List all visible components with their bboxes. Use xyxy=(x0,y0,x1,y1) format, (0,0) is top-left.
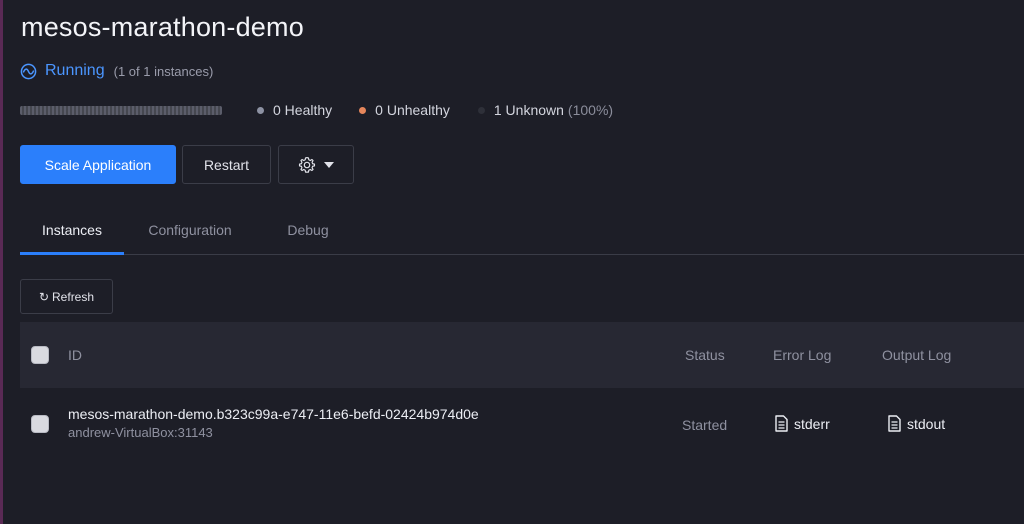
healthy-label: 0 Healthy xyxy=(273,102,333,118)
stderr-label: stderr xyxy=(794,415,830,432)
select-all-checkbox[interactable] xyxy=(31,346,49,364)
instances-table: ID Status Error Log Output Log xyxy=(20,322,1024,388)
unknown-count: 1 Unknown (100%) xyxy=(477,102,614,118)
scale-application-button[interactable]: Scale Application xyxy=(20,145,176,184)
stderr-link[interactable]: stderr xyxy=(775,415,830,432)
healthy-count: 0 Healthy xyxy=(257,102,332,118)
healthy-dot-icon xyxy=(257,106,264,114)
tab-debug-label: Debug xyxy=(287,222,329,238)
app-detail-page: mesos-marathon-demo Running (1 of 1 inst… xyxy=(20,0,1024,524)
health-bar xyxy=(20,105,222,115)
health-summary: 0 Healthy 0 Unhealthy 1 Unknown (100%) xyxy=(20,100,720,120)
tab-debug[interactable]: Debug xyxy=(272,205,344,255)
restart-button[interactable]: Restart xyxy=(182,145,271,184)
tab-bar: Instances Configuration Debug xyxy=(20,205,1024,255)
document-icon xyxy=(775,415,788,432)
action-buttons: Scale Application Restart xyxy=(20,145,354,184)
column-output-log[interactable]: Output Log xyxy=(882,322,951,388)
unknown-label: 1 Unknown xyxy=(493,102,564,118)
refresh-icon: ↻ xyxy=(38,289,50,304)
stdout-label: stdout xyxy=(907,415,946,432)
refresh-label: Refresh xyxy=(52,289,95,304)
page-title: mesos-marathon-demo xyxy=(21,12,304,42)
instance-host: andrew-VirtualBox:31143 xyxy=(68,425,213,440)
unhealthy-label: 0 Unhealthy xyxy=(375,102,450,118)
column-status[interactable]: Status xyxy=(685,322,725,388)
table-header: ID Status Error Log Output Log xyxy=(20,322,1024,388)
refresh-button[interactable]: ↻ Refresh xyxy=(20,279,113,314)
instance-id[interactable]: mesos-marathon-demo.b323c99a-e747-11e6-b… xyxy=(68,406,479,422)
app-status: Running (1 of 1 instances) xyxy=(20,60,213,82)
column-id[interactable]: ID xyxy=(68,322,82,388)
tab-instances[interactable]: Instances xyxy=(20,205,124,255)
chevron-down-icon xyxy=(324,161,334,168)
stdout-link[interactable]: stdout xyxy=(888,415,945,432)
instance-status: Started xyxy=(682,417,728,433)
running-status-icon xyxy=(20,63,37,79)
window-edge xyxy=(0,0,3,524)
document-icon xyxy=(888,415,901,432)
active-tab-indicator xyxy=(20,252,124,255)
tab-configuration[interactable]: Configuration xyxy=(136,205,244,255)
row-checkbox[interactable] xyxy=(31,415,49,433)
unhealthy-dot-icon xyxy=(359,106,367,114)
unhealthy-count: 0 Unhealthy xyxy=(359,102,450,118)
tab-configuration-label: Configuration xyxy=(148,222,232,238)
gear-icon xyxy=(298,156,316,173)
tab-instances-label: Instances xyxy=(42,222,102,238)
unknown-percentage: (100%) xyxy=(567,102,614,118)
instances-count: (1 of 1 instances) xyxy=(113,63,214,79)
unknown-dot-icon xyxy=(477,106,485,114)
column-error-log[interactable]: Error Log xyxy=(773,322,831,388)
status-label: Running xyxy=(45,62,105,79)
more-actions-button[interactable] xyxy=(278,145,354,184)
instance-id-cell: mesos-marathon-demo.b323c99a-e747-11e6-b… xyxy=(68,406,479,440)
